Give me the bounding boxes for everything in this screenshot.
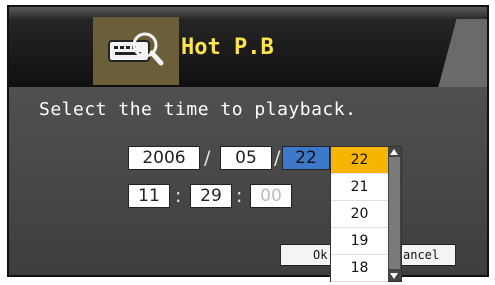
scroll-down-icon[interactable] — [390, 273, 398, 279]
scrollbar-thumb[interactable] — [389, 157, 400, 269]
month-field[interactable]: 05 — [220, 146, 272, 170]
day-option[interactable]: 21 — [331, 174, 388, 201]
second-field[interactable]: 00 — [250, 184, 292, 208]
keyboard-search-icon — [93, 17, 179, 85]
time-separator: : — [236, 185, 243, 207]
date-separator: / — [204, 147, 211, 169]
time-separator: : — [175, 185, 182, 207]
day-field[interactable]: 22 — [282, 146, 330, 170]
year-field[interactable]: 2006 — [128, 146, 200, 170]
page-title: Hot P.B — [181, 35, 274, 60]
instruction-text: Select the time to playback. — [39, 99, 357, 120]
scroll-up-icon[interactable] — [390, 149, 398, 155]
date-separator: / — [274, 147, 281, 169]
day-option[interactable]: 20 — [331, 201, 388, 228]
dropdown-scrollbar[interactable] — [388, 147, 401, 281]
hour-field[interactable]: 11 — [128, 184, 170, 208]
day-option[interactable]: 19 — [331, 228, 388, 255]
day-option[interactable]: 18 — [331, 255, 388, 282]
title-highlight — [9, 7, 487, 19]
day-dropdown-list[interactable]: 22 21 20 19 18 — [330, 146, 402, 282]
day-option[interactable]: 22 — [331, 147, 388, 174]
minute-field[interactable]: 29 — [190, 184, 232, 208]
playback-dialog: Hot P.B Select the time to playback. — [7, 5, 489, 277]
